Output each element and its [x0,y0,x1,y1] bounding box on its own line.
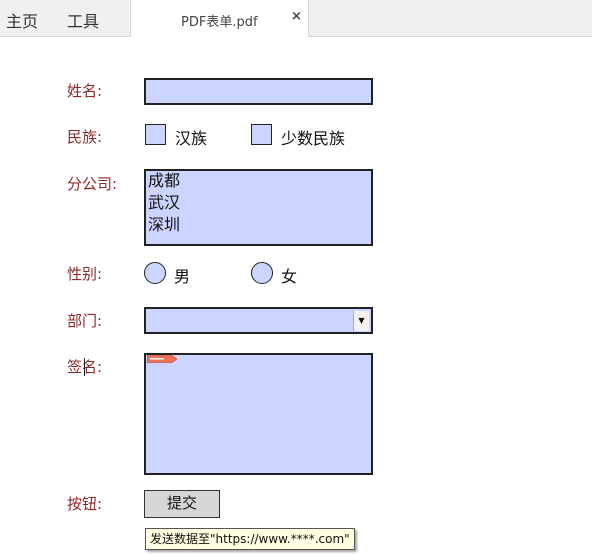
nav-home[interactable]: 主页 [6,8,38,32]
button-label: 按钮: [67,495,103,513]
dept-label: 部门: [67,312,103,330]
tab-pdf-form[interactable]: PDF表单.pdf × [130,0,309,37]
text-caret [84,358,85,376]
submit-tooltip: 发送数据至"https://www.****.com" [145,528,355,550]
close-icon[interactable]: × [291,9,302,24]
tab-title: PDF表单.pdf [181,15,258,30]
checkbox-han[interactable] [145,124,166,145]
top-tab-bar: 主页 工具 PDF表单.pdf × [0,0,592,37]
ethnicity-label: 民族: [67,128,103,146]
signature-flag-icon [147,355,177,363]
dept-dropdown[interactable]: ▼ [144,307,373,334]
checkbox-minority-label: 少数民族 [281,129,346,148]
chevron-down-icon[interactable]: ▼ [353,311,369,331]
name-field[interactable] [144,78,373,105]
branch-item-shenzhen[interactable]: 深圳 [148,214,180,236]
checkbox-minority[interactable] [251,124,272,145]
nav-tools[interactable]: 工具 [67,8,99,32]
submit-button[interactable]: 提交 [144,490,220,518]
radio-male-label: 男 [174,267,191,286]
branch-listbox[interactable]: 成都 武汉 深圳 [144,169,373,246]
radio-male[interactable] [144,262,166,284]
gender-label: 性别: [67,265,103,283]
radio-female-label: 女 [281,267,298,286]
branch-label: 分公司: [67,175,118,193]
branch-item-wuhan[interactable]: 武汉 [148,192,180,214]
radio-female[interactable] [251,262,273,284]
signature-field[interactable] [144,353,373,475]
branch-item-chengdu[interactable]: 成都 [148,170,180,192]
name-label: 姓名: [67,82,103,100]
checkbox-han-label: 汉族 [175,129,208,148]
